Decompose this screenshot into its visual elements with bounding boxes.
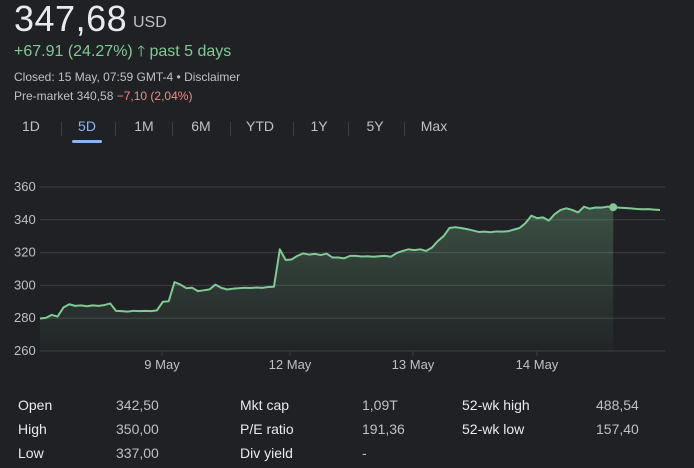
tab-divider — [230, 122, 231, 136]
y-tick-label: 320 — [14, 245, 36, 260]
tab-label: 5D — [78, 118, 96, 134]
stat-open-label: Open — [18, 397, 53, 413]
stat-pe-label: P/E ratio — [240, 421, 294, 437]
tab-label: 1Y — [310, 118, 328, 134]
x-tick-label: 12 May — [269, 357, 312, 372]
chart-area-fill — [40, 206, 614, 351]
tab-label: Max — [420, 118, 448, 134]
tab-1d[interactable]: 1D — [22, 118, 40, 134]
stock-price: 347,68 — [14, 0, 128, 39]
stat-low-label: Low — [18, 445, 44, 461]
x-axis: 9 May 12 May 13 May 14 May — [144, 351, 559, 372]
price-change: +67.91 (24.27%) — [14, 43, 133, 60]
premarket-info: Pre-market 340,58 −7,10 (2,04%) — [14, 89, 192, 103]
stat-52wkhigh-value: 488,54 — [596, 397, 639, 413]
tab-divider — [404, 122, 405, 136]
y-tick-label: 260 — [14, 343, 36, 358]
stat-pe-value: 191,36 — [362, 421, 405, 437]
stat-mktcap-value: 1,09T — [362, 397, 398, 413]
stat-high-value: 350,00 — [116, 421, 159, 437]
tab-5y[interactable]: 5Y — [366, 118, 384, 134]
y-tick-label: 340 — [14, 212, 36, 227]
tab-label: 1D — [22, 118, 40, 134]
stat-open-value: 342,50 — [116, 397, 159, 413]
tab-divider — [115, 122, 116, 136]
stat-52wkhigh-label: 52-wk high — [462, 397, 530, 413]
x-tick-label: 9 May — [144, 357, 180, 372]
y-tick-label: 280 — [14, 310, 36, 325]
stat-low-value: 337,00 — [116, 445, 159, 461]
stat-high-label: High — [18, 421, 47, 437]
closed-time: Closed: 15 May, 07:59 GMT-4 • — [14, 70, 181, 84]
premarket-change: −7,10 (2,04%) — [116, 89, 193, 103]
tab-5d[interactable]: 5D — [72, 118, 102, 143]
tab-label: 5Y — [366, 118, 384, 134]
tab-label: 1M — [134, 118, 154, 134]
market-status: Closed: 15 May, 07:59 GMT-4 • Disclaimer — [14, 70, 240, 84]
stat-mktcap-label: Mkt cap — [240, 397, 290, 413]
y-tick-label: 300 — [14, 277, 36, 292]
change-period: past 5 days — [149, 43, 232, 60]
tab-underline — [72, 140, 102, 143]
premarket-price: Pre-market 340,58 — [14, 89, 114, 103]
stat-divyield-label: Div yield — [240, 445, 293, 461]
y-axis: 360 340 320 300 280 260 — [14, 179, 36, 358]
x-tick-label: 13 May — [392, 357, 435, 372]
stat-divyield-value: - — [362, 445, 367, 461]
currency-label: USD — [133, 14, 167, 31]
price-chart[interactable]: 360 340 320 300 280 260 9 May 12 May 13 May 14 M… — [0, 170, 694, 380]
tab-label: 6M — [191, 118, 211, 134]
y-tick-label: 360 — [14, 179, 36, 194]
tab-1y[interactable]: 1Y — [310, 118, 328, 134]
tab-1m[interactable]: 1M — [134, 118, 154, 134]
price-change-line: +67.91 (24.27%) 🡑 past 5 days — [14, 41, 231, 66]
tab-6m[interactable]: 6M — [190, 118, 212, 134]
tab-divider — [293, 122, 294, 136]
stat-52wklow-label: 52-wk low — [462, 421, 525, 437]
tab-ytd[interactable]: YTD — [245, 118, 275, 134]
tab-divider — [61, 122, 62, 136]
x-tick-label: 14 May — [516, 357, 559, 372]
current-price-marker — [609, 203, 618, 212]
stat-52wklow-value: 157,40 — [596, 421, 639, 437]
tab-max[interactable]: Max — [420, 118, 448, 134]
tab-divider — [348, 122, 349, 136]
disclaimer-link[interactable]: Disclaimer — [184, 70, 240, 84]
arrow-up-icon: 🡑 — [137, 43, 146, 60]
tab-label: YTD — [246, 118, 274, 134]
tab-divider — [172, 122, 173, 136]
